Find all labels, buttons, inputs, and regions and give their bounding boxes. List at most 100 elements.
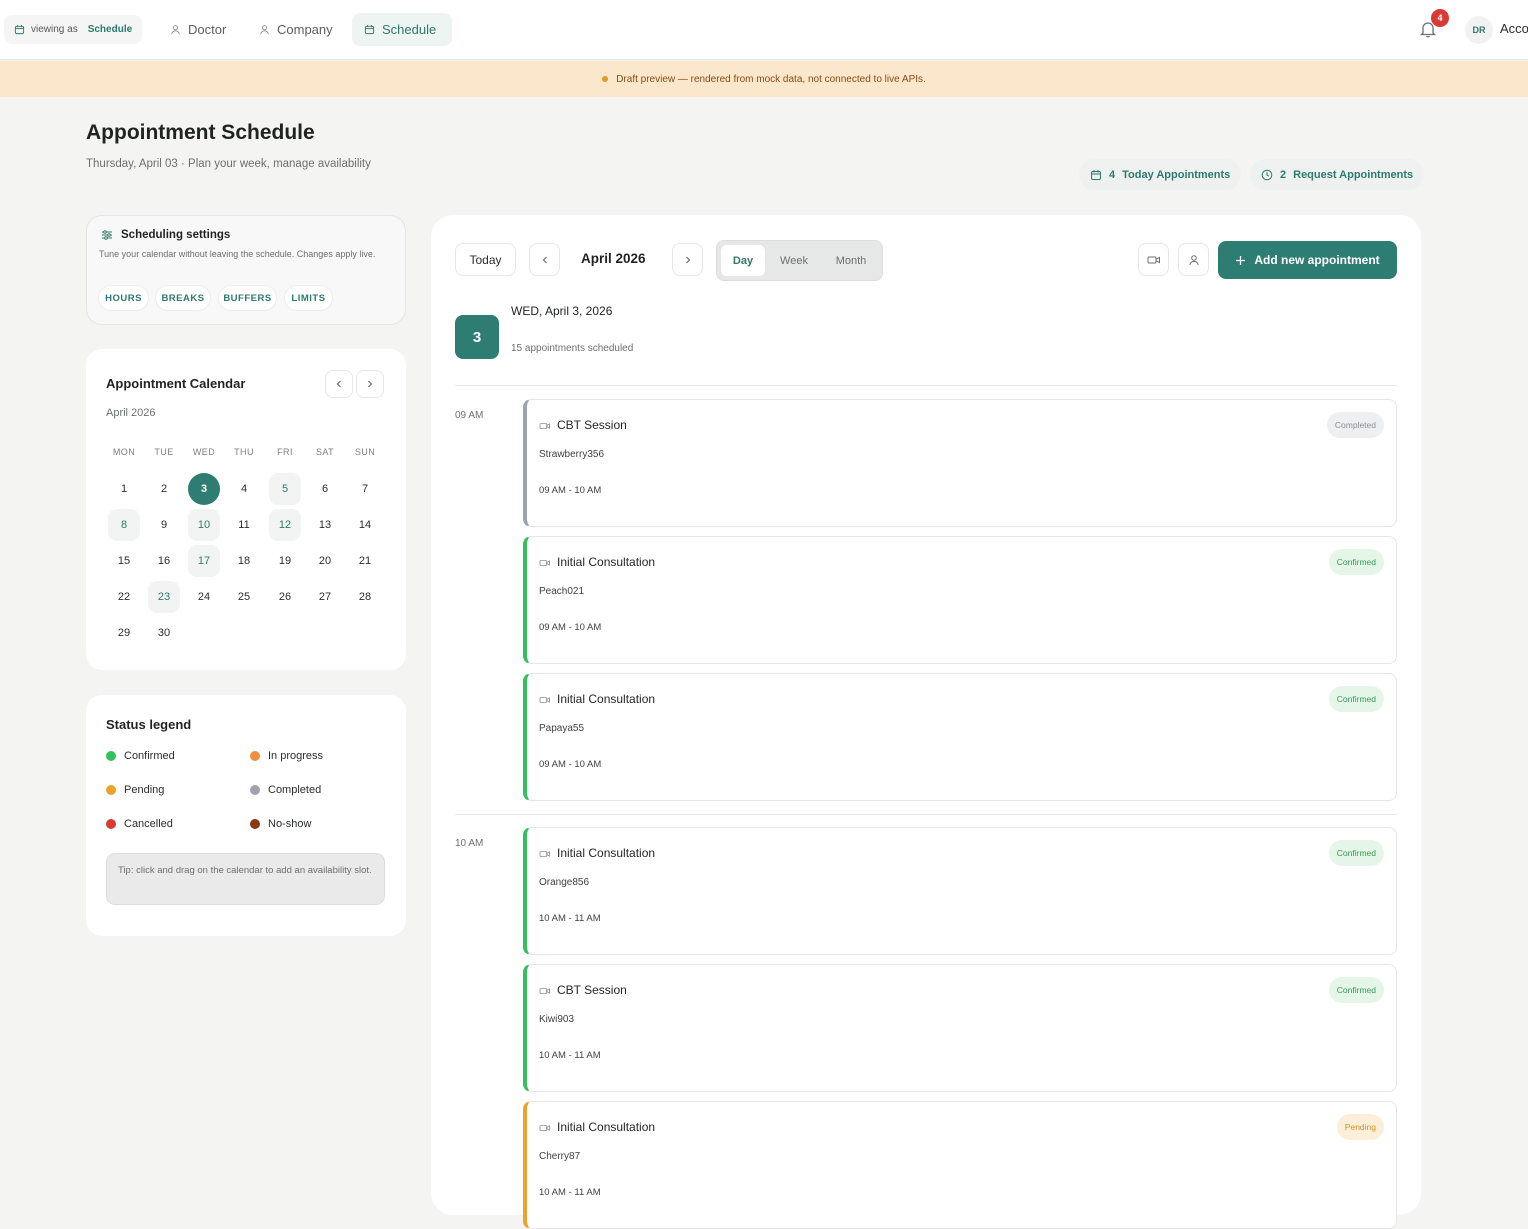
appointment-card[interactable]: CBT Session Strawberry356 09 AM - 10 AM Com…: [523, 399, 1397, 527]
calendar-day[interactable]: 23: [148, 581, 180, 613]
legend-label: Confirmed: [124, 750, 175, 762]
view-week-tab[interactable]: Week: [769, 245, 819, 276]
calendar-next-button[interactable]: [356, 370, 384, 398]
calendar-day[interactable]: 6: [309, 473, 341, 505]
warning-dot-icon: [602, 76, 609, 82]
appointment-time: 09 AM - 10 AM: [539, 622, 602, 633]
calendar-day[interactable]: 26: [269, 581, 301, 613]
hours-pill[interactable]: HOURS: [98, 285, 149, 311]
schedule-panel: Today April 2026 Day Week Month Add new …: [431, 215, 1421, 1229]
legend-item: No-show: [250, 818, 311, 830]
nav-doctor[interactable]: Doctor: [158, 13, 238, 46]
calendar-month: April 2026: [106, 407, 156, 419]
status-dot-icon: [106, 819, 116, 829]
video-camera-icon: [539, 1125, 550, 1131]
buffers-pill[interactable]: BUFFERS: [218, 285, 277, 311]
calendar-title: Appointment Calendar: [106, 376, 246, 391]
calendar-day[interactable]: 15: [108, 545, 140, 577]
legend-label: Pending: [124, 784, 165, 796]
calendar-day[interactable]: 13: [309, 509, 341, 541]
calendar-day[interactable]: 3: [188, 473, 220, 505]
calendar-day[interactable]: 25: [228, 581, 260, 613]
legend-item: Pending: [106, 784, 164, 796]
calendar-day[interactable]: 9: [148, 509, 180, 541]
nav-schedule[interactable]: Schedule: [352, 13, 452, 46]
notification-badge: 4: [1431, 9, 1449, 27]
add-appointment-button[interactable]: Add new appointment: [1218, 241, 1397, 279]
appointment-card[interactable]: Initial Consultation Cherry87 10 AM - 11 A…: [523, 1101, 1397, 1229]
in-person-filter-button[interactable]: [1178, 243, 1209, 276]
appointment-card[interactable]: CBT Session Kiwi903 10 AM - 11 AM Confirmed: [523, 964, 1397, 1092]
calendar-day[interactable]: 16: [148, 545, 180, 577]
limits-pill[interactable]: LIMITS: [284, 285, 333, 311]
patient-name: Orange856: [539, 877, 590, 888]
today-button[interactable]: Today: [455, 243, 516, 276]
hour-label: 09 AM: [455, 410, 484, 421]
status-badge: Confirmed: [1328, 840, 1384, 866]
hour-label: 10 AM: [455, 838, 484, 849]
calendar-day[interactable]: 12: [269, 509, 301, 541]
appointment-card[interactable]: Initial Consultation Peach021 09 AM - 10 A…: [523, 536, 1397, 664]
calendar-day[interactable]: 14: [349, 509, 381, 541]
calendar-day[interactable]: 2: [148, 473, 180, 505]
viewing-as-switcher[interactable]: viewing as Schedule: [4, 15, 143, 44]
status-legend-card: Status legend Confirmed In progress Pendin…: [86, 695, 406, 936]
calendar-day[interactable]: 28: [349, 581, 381, 613]
account-menu[interactable]: Acco: [1500, 21, 1528, 36]
request-appointments-label: Request Appointments: [1293, 168, 1414, 181]
calendar-day[interactable]: 7: [349, 473, 381, 505]
video-camera-icon: [539, 988, 550, 994]
calendar-day[interactable]: 24: [188, 581, 220, 613]
today-appointments-label: Today Appointments: [1122, 168, 1231, 181]
current-month-label: April 2026: [581, 251, 646, 266]
status-badge: Confirmed: [1328, 549, 1384, 575]
status-badge: Pending: [1336, 1114, 1384, 1140]
today-appointments-chip[interactable]: 4 Today Appointments: [1079, 159, 1242, 190]
breaks-pill[interactable]: BREAKS: [155, 285, 211, 311]
appointment-card[interactable]: Initial Consultation Orange856 10 AM - 11 …: [523, 827, 1397, 955]
nav-schedule-label: Schedule: [382, 22, 437, 37]
legend-label: Cancelled: [124, 818, 173, 830]
next-period-button[interactable]: [672, 243, 703, 276]
day-number-badge: 3: [455, 315, 499, 359]
calendar-day[interactable]: 18: [228, 545, 260, 577]
plus-icon: [1236, 255, 1246, 265]
status-dot-icon: [250, 785, 260, 795]
view-day-tab[interactable]: Day: [721, 245, 765, 276]
viewing-as-value: Schedule: [87, 24, 133, 35]
prev-period-button[interactable]: [529, 243, 560, 276]
calendar-day[interactable]: 20: [309, 545, 341, 577]
calendar-day[interactable]: 5: [269, 473, 301, 505]
calendar-day[interactable]: 21: [349, 545, 381, 577]
nav-company-label: Company: [277, 22, 333, 37]
calendar-day[interactable]: 22: [108, 581, 140, 613]
view-month-tab[interactable]: Month: [823, 245, 879, 276]
appointment-time: 10 AM - 11 AM: [539, 1187, 601, 1198]
appointment-title: Initial Consultation: [557, 555, 656, 569]
calendar-day[interactable]: 8: [108, 509, 140, 541]
top-bar: viewing as Schedule Doctor Company Sched…: [0, 0, 1528, 60]
calendar-day[interactable]: 27: [309, 581, 341, 613]
calendar-day[interactable]: 30: [148, 617, 180, 649]
calendar-day[interactable]: 11: [228, 509, 260, 541]
calendar-prev-button[interactable]: [325, 370, 353, 398]
nav-company[interactable]: Company: [247, 13, 345, 46]
draft-preview-banner: Draft preview — rendered from mock data,…: [0, 61, 1528, 97]
avatar[interactable]: DR: [1465, 16, 1493, 44]
appointment-card[interactable]: Initial Consultation Papaya55 09 AM - 10 A…: [523, 673, 1397, 801]
calendar-day[interactable]: 19: [269, 545, 301, 577]
video-camera-icon: [539, 423, 550, 429]
calendar-day[interactable]: 4: [228, 473, 260, 505]
calendar-day[interactable]: 10: [188, 509, 220, 541]
video-filter-button[interactable]: [1138, 243, 1169, 276]
request-appointments-chip[interactable]: 2 Request Appointments: [1250, 159, 1425, 190]
divider: [455, 385, 1397, 386]
tip-box: Tip: click and drag on the calendar to a…: [106, 853, 385, 905]
sliders-icon: [102, 230, 112, 240]
view-switcher: Day Week Month: [716, 240, 883, 281]
calendar-day[interactable]: 29: [108, 617, 140, 649]
chevron-left-icon: [336, 380, 341, 388]
calendar-day[interactable]: 17: [188, 545, 220, 577]
video-camera-icon: [1147, 256, 1160, 263]
calendar-day[interactable]: 1: [108, 473, 140, 505]
